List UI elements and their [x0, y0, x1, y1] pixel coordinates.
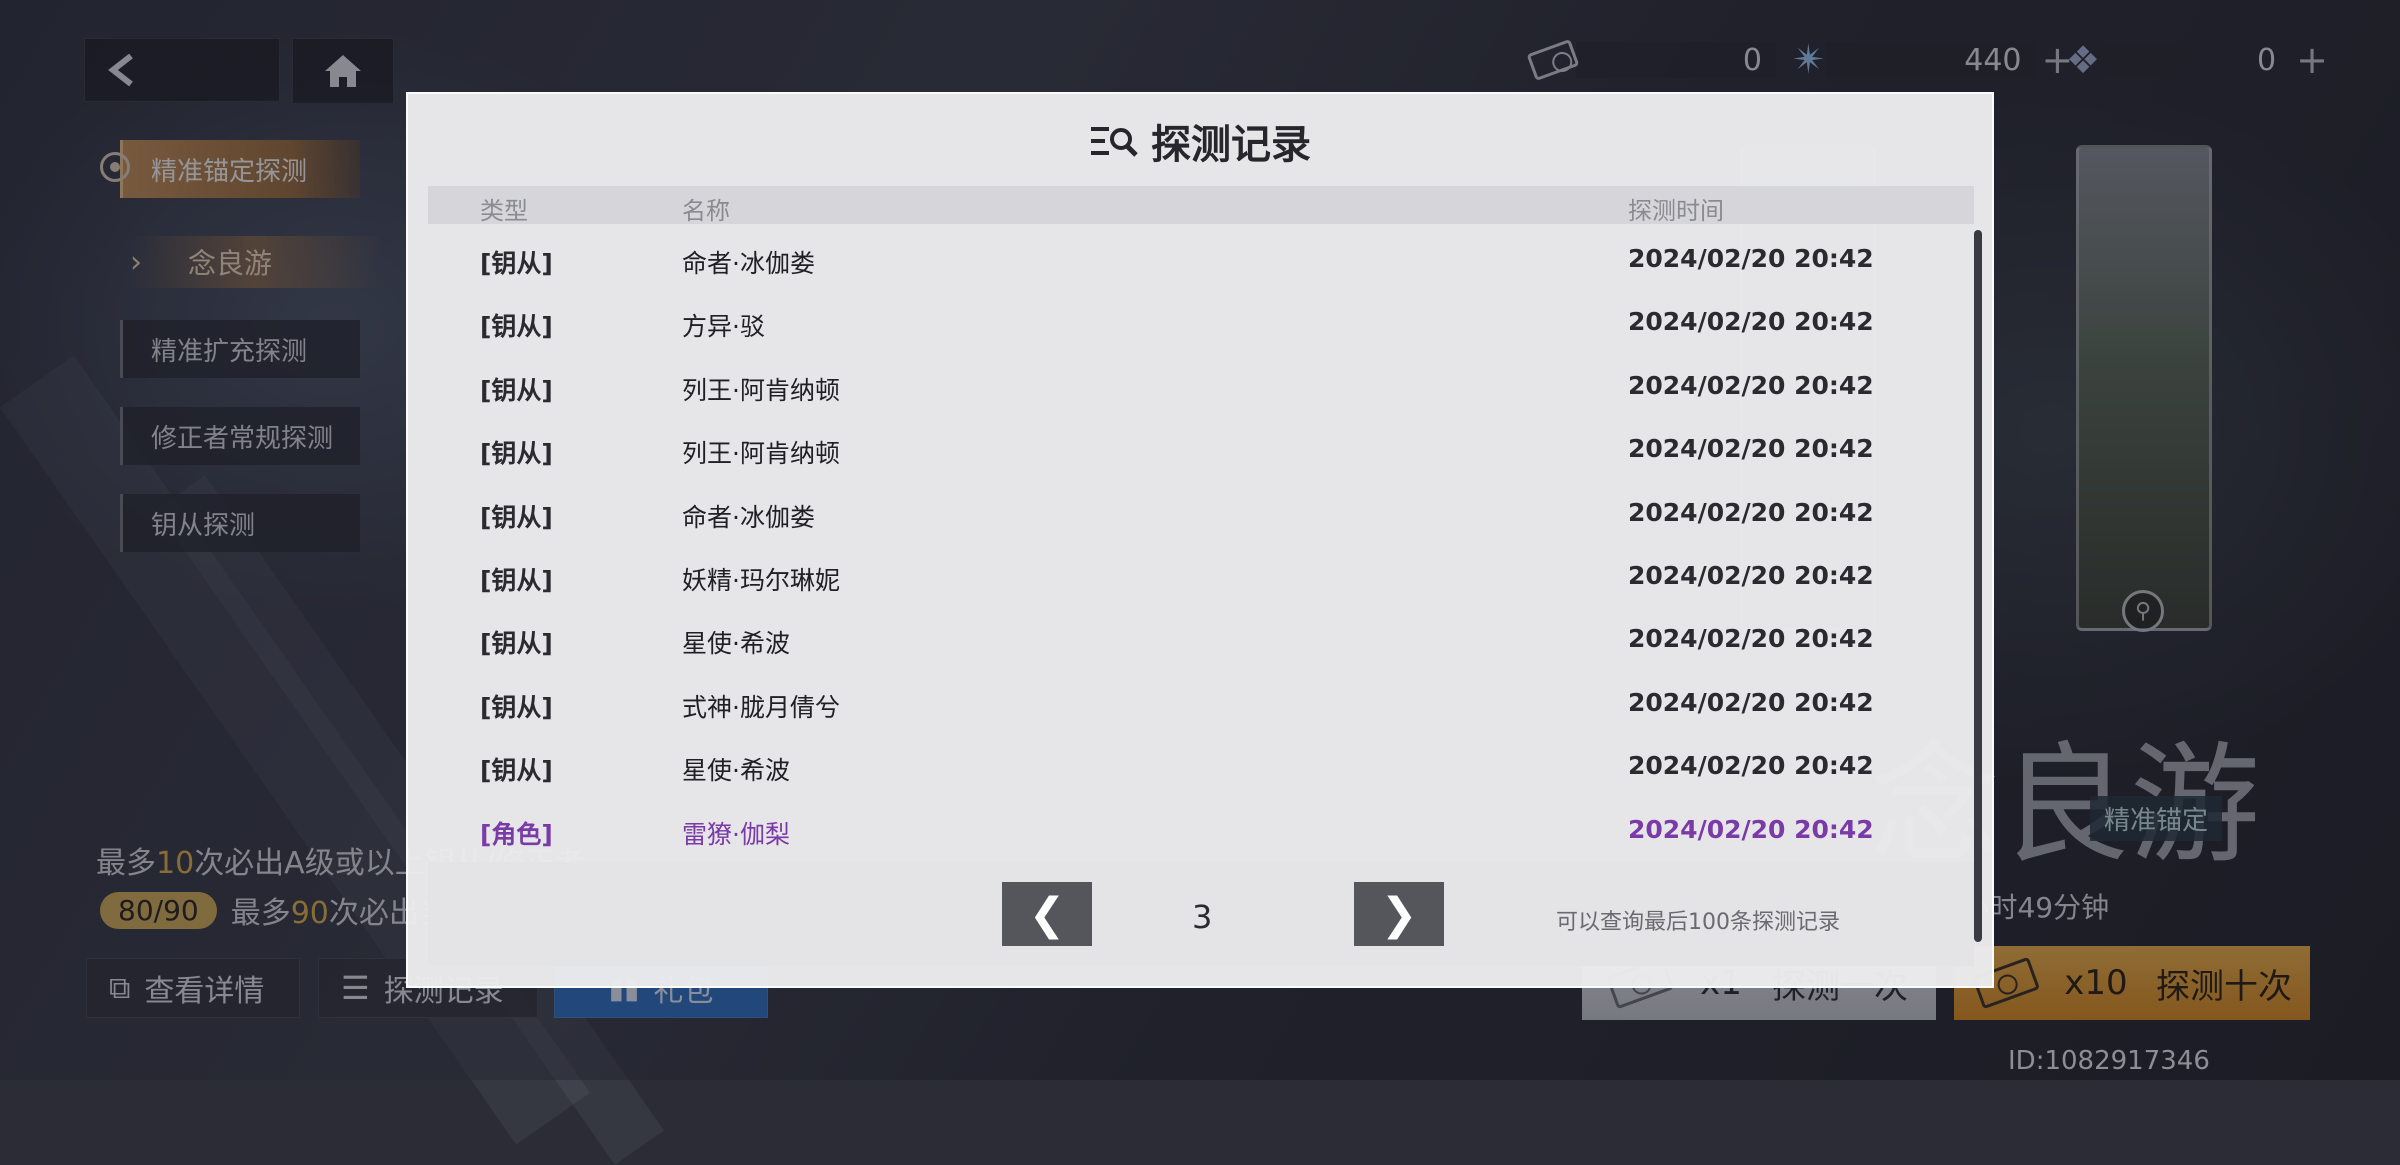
- record-name: 方异·驳: [682, 312, 765, 342]
- table-row: [钥从] 星使·希波 2024/02/20 20:42: [428, 604, 1962, 667]
- table-row: [钥从] 方异·驳 2024/02/20 20:42: [428, 287, 1962, 350]
- record-time: 2024/02/20 20:42: [1628, 560, 1874, 590]
- table-row: [钥从] 妖精·玛尔琳妮 2024/02/20 20:42: [428, 541, 1962, 604]
- record-name: 列王·阿肯纳顿: [682, 439, 840, 469]
- record-type: [钥从]: [480, 439, 553, 469]
- record-type: [钥从]: [480, 249, 553, 278]
- records-list: [钥从] 命者·冰伽娄 2024/02/20 20:42 [钥从] 方异·驳 2024/0…: [428, 224, 1962, 858]
- record-time: 2024/02/20 20:42: [1628, 434, 1874, 464]
- table-row: [钥从] 列王·阿肯纳顿 2024/02/20 20:42: [428, 351, 1962, 414]
- table-row: [钥从] 命者·冰伽娄 2024/02/20 20:42: [428, 224, 1962, 287]
- record-type: [钥从]: [480, 502, 553, 532]
- record-type: [钥从]: [480, 565, 553, 595]
- column-header-type: 类型: [480, 197, 528, 225]
- table-row: [钥从] 命者·冰伽娄 2024/02/20 20:42: [428, 478, 1962, 541]
- records-limit-note: 可以查询最后100条探测记录: [1556, 910, 1840, 935]
- record-name: 命者·冰伽娄: [682, 249, 815, 278]
- table-row: [钥从] 列王·阿肯纳顿 2024/02/20 20:42: [428, 414, 1962, 477]
- record-time: 2024/02/20 20:42: [1628, 751, 1874, 781]
- table-header: 类型 名称 探测时间: [428, 186, 1974, 225]
- column-header-time: 探测时间: [1628, 197, 1724, 225]
- dialog-title: 探测记录: [408, 112, 1992, 170]
- record-time: 2024/02/20 20:42: [1628, 244, 1874, 273]
- record-time: 2024/02/20 20:42: [1628, 307, 1874, 337]
- record-time: 2024/02/20 20:42: [1628, 814, 1874, 844]
- record-name: 妖精·玛尔琳妮: [682, 565, 840, 595]
- record-time: 2024/02/20 20:42: [1628, 497, 1874, 527]
- next-page-button[interactable]: ❯: [1354, 882, 1444, 946]
- record-time: 2024/02/20 20:42: [1628, 687, 1874, 717]
- record-type: [角色]: [480, 819, 553, 849]
- table-row: [钥从] 式神·胧月倩兮 2024/02/20 20:42: [428, 668, 1962, 731]
- column-header-name: 名称: [682, 197, 730, 225]
- record-name: 式神·胧月倩兮: [682, 692, 840, 722]
- record-name: 雷獠·伽梨: [682, 819, 790, 849]
- scrollbar[interactable]: [1974, 230, 1982, 942]
- record-type: [钥从]: [480, 756, 553, 786]
- record-name: 星使·希波: [682, 629, 790, 659]
- page-number: 3: [1192, 898, 1213, 936]
- pagination-bar: ❮ 3 ❯ 可以查询最后100条探测记录: [428, 862, 1974, 966]
- record-type: [钥从]: [480, 629, 553, 659]
- record-name: 命者·冰伽娄: [682, 502, 815, 532]
- record-time: 2024/02/20 20:42: [1628, 370, 1874, 400]
- records-dialog: 探测记录 类型 名称 探测时间 [钥从] 命者·冰伽娄 2024/02/20 20:…: [406, 92, 1994, 988]
- record-time: 2024/02/20 20:42: [1628, 624, 1874, 654]
- record-type: [钥从]: [480, 312, 553, 342]
- table-row: [钥从] 星使·希波 2024/02/20 20:42: [428, 731, 1962, 794]
- record-name: 列王·阿肯纳顿: [682, 375, 840, 405]
- record-search-icon: [1091, 127, 1138, 157]
- record-type: [钥从]: [480, 375, 553, 405]
- table-row: [角色] 雷獠·伽梨 2024/02/20 20:42: [428, 795, 1962, 858]
- prev-page-button[interactable]: ❮: [1002, 882, 1092, 946]
- record-type: [钥从]: [480, 692, 553, 722]
- record-name: 星使·希波: [682, 756, 790, 786]
